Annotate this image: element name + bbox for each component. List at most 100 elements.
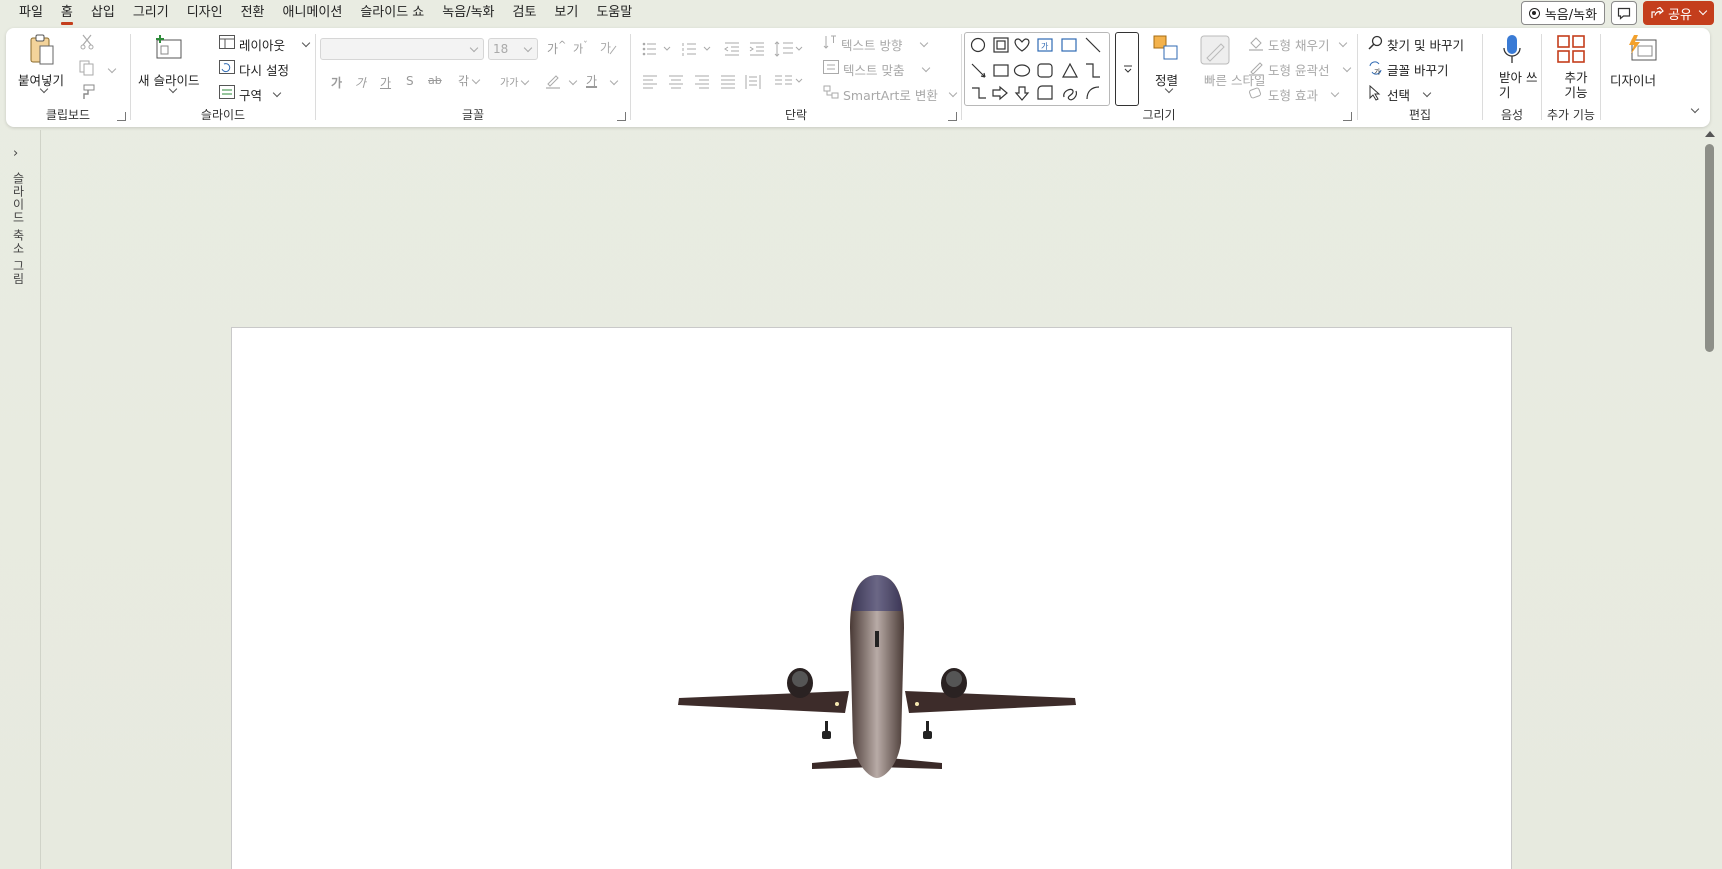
bullets-icon[interactable] bbox=[642, 42, 672, 56]
more-icon bbox=[1124, 65, 1132, 73]
chevron-down-icon bbox=[921, 63, 931, 73]
shape-effects-button[interactable]: 도형 효과 bbox=[1248, 82, 1353, 104]
layout-button[interactable]: 레이아웃 bbox=[219, 32, 311, 54]
scroll-up-icon[interactable] bbox=[1705, 131, 1715, 137]
shape-outline-button[interactable]: 도형 윤곽선 bbox=[1248, 57, 1353, 79]
paste-button[interactable]: 붙여넣기 bbox=[16, 32, 66, 94]
drawing-launcher-icon[interactable] bbox=[1343, 112, 1352, 121]
paragraph-group: 텍스트 방향 텍스트 맞춤 SmartArt로 변환 단락 bbox=[631, 28, 961, 127]
scrollbar-thumb[interactable] bbox=[1705, 144, 1714, 352]
arrange-button[interactable]: 정렬 bbox=[1146, 32, 1186, 94]
find-replace-button[interactable]: 찾기 및 바꾸기 bbox=[1368, 32, 1478, 54]
clear-format-icon[interactable]: 가 bbox=[600, 40, 618, 56]
chevron-down-icon bbox=[521, 76, 530, 86]
align-left-icon[interactable] bbox=[642, 75, 658, 89]
clipboard-launcher-icon[interactable] bbox=[117, 112, 126, 121]
slide-canvas[interactable] bbox=[231, 327, 1512, 869]
chevron-down-icon bbox=[301, 38, 311, 48]
font-size-select[interactable]: 18 bbox=[488, 38, 538, 60]
font-name-select[interactable] bbox=[320, 38, 484, 60]
columns-icon[interactable] bbox=[774, 75, 804, 89]
grow-font-icon[interactable]: 가^ bbox=[547, 40, 566, 57]
menu-tab[interactable]: 삽입 bbox=[82, 1, 124, 25]
align-right-icon[interactable] bbox=[694, 75, 710, 89]
menu-tab[interactable]: 도움말 bbox=[587, 1, 641, 25]
thumbnail-toggle-icon[interactable]: › bbox=[13, 146, 18, 161]
shape-fill-icon bbox=[1249, 37, 1263, 51]
search-icon bbox=[1368, 35, 1383, 50]
addins-icon bbox=[1557, 35, 1585, 63]
align-text-icon bbox=[823, 60, 839, 74]
smartart-icon bbox=[823, 85, 839, 99]
replace-fonts-button[interactable]: 가 글꼴 바꾸기 bbox=[1368, 57, 1478, 79]
char-spacing-button[interactable]: 갂 bbox=[458, 72, 481, 89]
shape-fill-button[interactable]: 도형 채우기 bbox=[1248, 32, 1353, 54]
designer-button[interactable]: 디자이너 bbox=[1607, 32, 1677, 102]
highlight-icon[interactable] bbox=[544, 72, 562, 90]
share-label: 공유 bbox=[1668, 7, 1692, 23]
menu-tab[interactable]: 검토 bbox=[504, 1, 546, 25]
menu-tab[interactable]: 파일 bbox=[10, 1, 52, 25]
font-color-button[interactable]: 가 bbox=[586, 72, 597, 89]
select-label: 선택 bbox=[1387, 88, 1411, 103]
increase-indent-icon[interactable] bbox=[749, 42, 765, 56]
chevron-down-icon bbox=[1698, 6, 1708, 16]
dictate-button[interactable]: 받아 쓰기 bbox=[1487, 32, 1537, 106]
change-case-label: 가가 bbox=[500, 78, 519, 89]
distributed-icon[interactable] bbox=[745, 74, 761, 90]
reset-button[interactable]: 다시 설정 bbox=[219, 57, 309, 79]
line-spacing-icon[interactable] bbox=[774, 41, 804, 57]
comments-button[interactable] bbox=[1611, 1, 1638, 25]
menu-tab[interactable]: 녹음/녹화 bbox=[433, 1, 503, 25]
collapse-ribbon-icon[interactable] bbox=[1690, 104, 1700, 114]
menu-tab[interactable]: 홈 bbox=[52, 1, 82, 25]
paragraph-launcher-icon[interactable] bbox=[948, 112, 957, 121]
arrange-icon bbox=[1153, 35, 1178, 60]
addins-button[interactable]: 추가 기능 bbox=[1546, 32, 1596, 106]
menu-tab[interactable]: 슬라이드 쇼 bbox=[351, 1, 433, 25]
find-replace-label: 찾기 및 바꾸기 bbox=[1387, 38, 1464, 53]
section-icon bbox=[219, 85, 235, 99]
numbering-icon[interactable] bbox=[682, 42, 712, 56]
font-launcher-icon[interactable] bbox=[617, 112, 626, 121]
cursor-icon bbox=[1369, 85, 1381, 101]
smartart-button[interactable]: SmartArt로 변환 bbox=[823, 82, 958, 104]
editing-group: 찾기 및 바꾸기 가 글꼴 바꾸기 선택 편집 bbox=[1358, 28, 1482, 127]
align-text-label: 텍스트 맞춤 bbox=[843, 63, 905, 78]
cut-icon[interactable] bbox=[80, 34, 94, 50]
section-button[interactable]: 구역 bbox=[219, 82, 309, 104]
select-button[interactable]: 선택 bbox=[1368, 82, 1478, 104]
menu-tab[interactable]: 애니메이션 bbox=[274, 1, 352, 25]
new-slide-label: 새 슬라이드 bbox=[138, 73, 200, 88]
menu-tab[interactable]: 전환 bbox=[232, 1, 274, 25]
shapes-more-button[interactable] bbox=[1115, 32, 1139, 106]
shrink-font-icon[interactable]: 가ˇ bbox=[573, 40, 588, 57]
quick-styles-button[interactable]: 빠른 스타일 bbox=[1194, 32, 1265, 106]
share-button[interactable]: 공유 bbox=[1643, 1, 1714, 25]
align-center-icon[interactable] bbox=[668, 75, 684, 89]
copy-icon[interactable] bbox=[79, 60, 95, 76]
change-case-button[interactable]: 가가 bbox=[500, 74, 530, 89]
underline-button[interactable]: 가 bbox=[380, 74, 391, 91]
menu-tab[interactable]: 그리기 bbox=[124, 1, 178, 25]
align-text-button[interactable]: 텍스트 맞춤 bbox=[823, 57, 953, 79]
record-button[interactable]: 녹음/녹화 bbox=[1520, 1, 1606, 25]
menu-tab[interactable]: 보기 bbox=[545, 1, 587, 25]
justify-icon[interactable] bbox=[720, 75, 736, 89]
decrease-indent-icon[interactable] bbox=[724, 42, 740, 56]
comment-icon bbox=[1617, 7, 1631, 20]
italic-button[interactable]: 가 bbox=[355, 74, 366, 91]
airplane-image[interactable] bbox=[677, 573, 1077, 778]
menu-tab[interactable]: 디자인 bbox=[178, 1, 232, 25]
shadow-button[interactable]: S bbox=[406, 74, 414, 88]
new-slide-button[interactable]: 새 슬라이드 bbox=[137, 32, 203, 94]
menu-tabs: 파일 홈 삽입 그리기 디자인 전환 애니메이션 슬라이드 쇼 녹음/녹화 검토 보기 도움말 bbox=[0, 1, 641, 25]
bold-button[interactable]: 가 bbox=[331, 74, 342, 91]
format-painter-icon[interactable] bbox=[79, 84, 95, 100]
share-icon bbox=[1651, 7, 1664, 18]
microphone-icon bbox=[1503, 35, 1521, 63]
addins-group: 추가 기능 추가 기능 bbox=[1542, 28, 1600, 127]
shapes-gallery[interactable]: 가 bbox=[964, 32, 1110, 106]
strikethrough-button[interactable]: ab bbox=[428, 74, 442, 87]
text-direction-button[interactable]: 텍스트 방향 bbox=[823, 32, 953, 54]
